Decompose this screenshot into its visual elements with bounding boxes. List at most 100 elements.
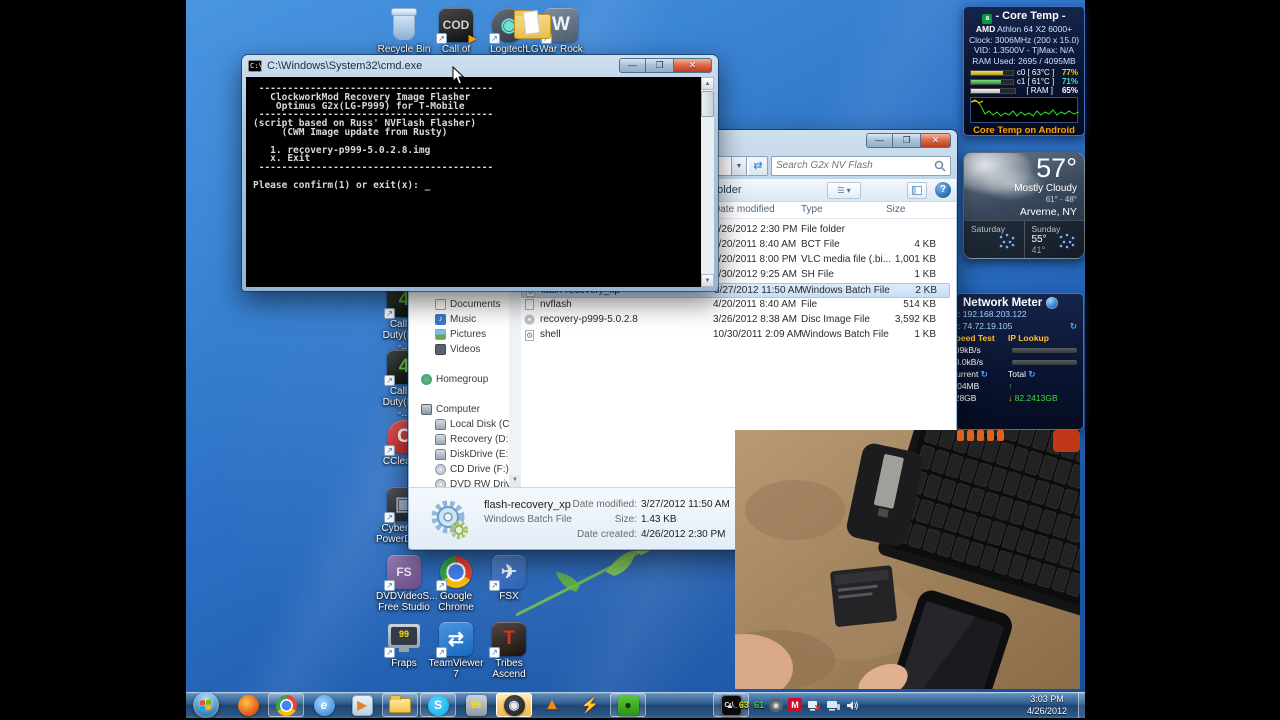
search-input[interactable] [772, 160, 933, 171]
tray-overflow-icon[interactable]: ▲ [726, 701, 734, 710]
sidebar-item-local-disk-c-[interactable]: Local Disk (C:) [435, 417, 509, 432]
cmd-titlebar[interactable]: C:\ C:\Windows\System32\cmd.exe — ❐ ✕ [242, 55, 718, 76]
taskbar-item-chrome[interactable] [268, 693, 304, 717]
taskbar-item-media-player[interactable]: ▶ [344, 693, 380, 717]
help-button[interactable]: ? [935, 182, 951, 198]
views-button[interactable]: ☰ ▾ [827, 182, 861, 199]
mcafee-tray-icon[interactable]: M [787, 698, 802, 712]
sidebar-item-label: Local Disk (C:) [450, 419, 509, 430]
temp-label: c1 [ 61°C ] [1016, 77, 1055, 86]
sidebar-item-diskdrive-e-[interactable]: DiskDrive (E:) [435, 447, 509, 462]
scroll-down-icon[interactable]: ▼ [701, 274, 714, 287]
sidebar-item-computer[interactable]: Computer [421, 402, 480, 417]
column-date[interactable]: Date modified [713, 204, 775, 215]
start-button[interactable] [192, 692, 220, 718]
sidebar-item-music[interactable]: ♪ Music [435, 312, 476, 327]
taskbar-item-vlc[interactable]: ▲ [534, 693, 570, 717]
file-size: 514 KB [903, 299, 936, 310]
volume-tray-icon[interactable] [845, 698, 859, 712]
file-date: 3/30/2012 9:25 AM [713, 269, 797, 280]
taskbar-item-internet-explorer[interactable]: e [306, 693, 342, 717]
file-size: 1 KB [914, 329, 936, 340]
cmd-scrollbar[interactable]: ▲ ▼ [701, 77, 714, 287]
scrollbar-thumb[interactable] [701, 91, 714, 117]
desktop-icon-lg[interactable]: LG [504, 8, 560, 55]
current-label: Current ↻ [956, 369, 988, 379]
refresh-icon[interactable]: ⇄ [749, 155, 768, 176]
ip-lookup-link[interactable]: IP Lookup [1008, 332, 1049, 344]
sidebar-item-dvd-rw-drive-k[interactable]: DVD RW Drive (K [435, 477, 509, 487]
minimize-button[interactable]: — [619, 58, 646, 73]
sidebar-item-documents[interactable]: Documents [435, 297, 501, 312]
sidebar-item-pictures[interactable]: Pictures [435, 327, 486, 342]
minimize-button[interactable]: — [866, 133, 893, 148]
close-button[interactable]: ✕ [920, 133, 951, 148]
total-label: Total ↻ [1008, 369, 1036, 379]
scroll-up-icon[interactable]: ▲ [701, 77, 714, 90]
file-row[interactable]: recovery-p999-5.0.2.8 3/26/2012 8:38 AM Di… [521, 313, 950, 328]
desktop-icon-recycle-bin[interactable]: Recycle Bin [376, 8, 432, 55]
maximize-button[interactable]: ❐ [646, 58, 673, 73]
console-output[interactable]: ----------------------------------------… [246, 77, 701, 287]
upload-speed: 83.0kB/s [957, 357, 984, 367]
desktop-icon-dvdvideos-free-studio[interactable]: FS ↗ DVDVideoS... Free Studio [376, 555, 438, 613]
sidebar-item-homegroup[interactable]: Homegroup [421, 372, 488, 387]
taskbar: e ▶ S 99 ◉ ▲ ⚡ ● C:\_ ▲ 63 61 ◉ M ✕ 3:03 PM 4/26… [186, 692, 1085, 718]
file-date: 3/26/2012 8:38 AM [713, 314, 797, 325]
sidebar-item-videos[interactable]: Videos [435, 342, 480, 357]
desktop-icon-teamviewer-7[interactable]: ⇄ ↗ TeamViewer 7 [428, 622, 484, 680]
network-meter-gadget[interactable]: Network Meter IP: 192.168.203.122 IP: 74… [956, 293, 1084, 430]
taskbar-item-camtasia-recorder[interactable]: ● [610, 693, 646, 717]
desktop-icon-fraps[interactable]: 99 ↗ Fraps [376, 622, 432, 669]
taskbar-item-fraps[interactable]: 99 [458, 693, 494, 717]
core-temp-gadget[interactable]: a- Core Temp - AMD Athlon 64 X2 6000+ Cl… [963, 6, 1085, 136]
cmd-window: C:\ C:\Windows\System32\cmd.exe — ❐ ✕ --… [242, 55, 718, 291]
clock-time: 3:03 PM [1030, 694, 1064, 704]
taskbar-item-skype[interactable]: S [420, 693, 456, 717]
steam-tray-icon[interactable]: ◉ [768, 698, 783, 712]
current-value: 8.04MB [957, 381, 980, 391]
sidebar-item-recovery-d-[interactable]: Recovery (D:) [435, 432, 509, 447]
desktop-icon-fsx[interactable]: ✈ ↗ FSX [481, 555, 537, 602]
address-dropdown-icon[interactable]: ▼ [731, 155, 747, 176]
taskbar-item-windows-explorer[interactable] [382, 693, 418, 717]
nav-scroll-down-icon[interactable]: ▼ [509, 475, 521, 487]
taskbar-item-firefox[interactable] [230, 693, 266, 717]
show-desktop-button[interactable] [1078, 692, 1085, 718]
file-date: 4/20/2011 8:40 AM [713, 239, 797, 250]
cmd-icon: C:\ [248, 59, 263, 72]
preview-pane-button[interactable] [907, 182, 927, 199]
documents-icon [435, 299, 446, 310]
temp-load-pct: 65% [1061, 86, 1078, 95]
created-value: 4/26/2012 2:30 PM [641, 529, 726, 540]
search-icon[interactable] [933, 159, 947, 173]
desktop-icon-tribes-ascend[interactable]: T ↗ Tribes Ascend [481, 622, 537, 680]
file-row[interactable]: ⚙ shell 10/30/2011 2:09 AM Windows Batch Fi… [521, 328, 950, 343]
taskbar-item-red-lightning[interactable]: ⚡ [572, 693, 608, 717]
taskbar-clock[interactable]: 3:03 PM 4/26/2012 [1018, 693, 1076, 717]
file-date: 4/20/2011 8:00 PM [713, 254, 797, 265]
temp-bar [970, 87, 1016, 94]
pictures-icon [435, 329, 446, 340]
shortcut-arrow-icon: ↗ [436, 647, 447, 658]
close-button[interactable]: ✕ [673, 58, 712, 73]
sidebar-item-label: Computer [436, 404, 480, 415]
sidebar-item-label: DVD RW Drive (K [450, 479, 509, 487]
speed-test-link[interactable]: Speed Test [957, 332, 1008, 344]
desktop-icon-google-chrome[interactable]: ↗ Google Chrome [428, 555, 484, 613]
taskbar-item-steam[interactable]: ◉ [496, 693, 532, 717]
core-temp-tray-61[interactable]: 61 [754, 700, 764, 710]
network-alert-tray-icon[interactable]: ✕ [807, 698, 821, 712]
display-tray-icon[interactable] [826, 698, 840, 712]
core-temp-tray-63[interactable]: 63 [739, 700, 749, 710]
temp-load-pct: 71% [1061, 77, 1078, 86]
file-row[interactable]: nvflash 4/20/2011 8:40 AM File 514 KB [521, 298, 950, 313]
column-type[interactable]: Type [801, 204, 823, 215]
sidebar-item-cd-drive-f-[interactable]: CD Drive (F:) [435, 462, 509, 477]
core-temp-footer-link[interactable]: Core Temp on Android [964, 125, 1084, 136]
weather-gadget[interactable]: 57° Mostly Cloudy 61° - 48° Arverne, NY … [963, 152, 1085, 259]
maximize-button[interactable]: ❐ [893, 133, 920, 148]
file-date: 4/20/2011 8:40 AM [713, 299, 797, 310]
column-size[interactable]: Size [886, 204, 905, 215]
refresh-icon[interactable]: ↻ [1070, 320, 1077, 332]
